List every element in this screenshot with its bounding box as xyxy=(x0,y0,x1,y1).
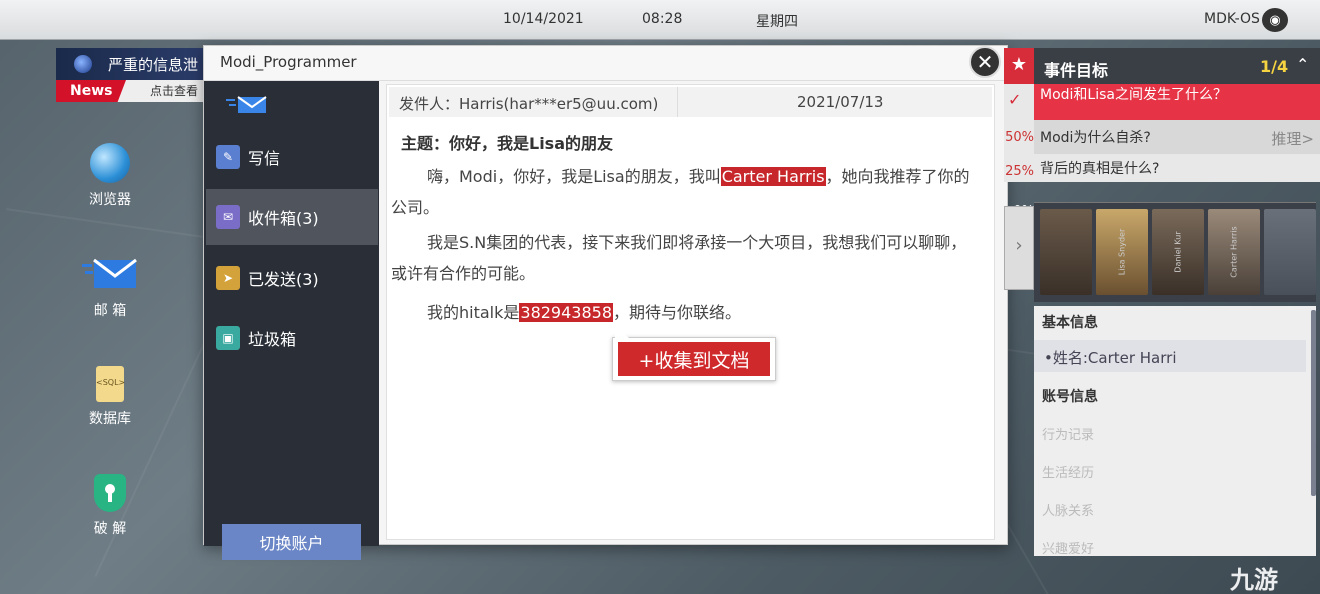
email-header: 发件人：Harris(har***er5@uu.com) 2021/07/13 xyxy=(389,87,992,117)
star-icon: ★ xyxy=(1004,48,1034,84)
sidebar-item-label: 收件箱(3) xyxy=(248,209,319,228)
shield-key-icon xyxy=(94,474,126,512)
mail-logo-icon xyxy=(226,96,267,113)
portrait-name: Daniel Kur xyxy=(1173,231,1183,273)
objectives-header[interactable]: ★ 事件目标 1/4 ⌃ xyxy=(1004,48,1320,84)
desktop-icon-label: 浏览器 xyxy=(89,192,131,208)
mail-window: Modi_Programmer ✎ 写信 ✉ 收件箱(3) ➤ 已发送(3) ▣… xyxy=(203,45,1008,560)
sidebar-item-sent[interactable]: ➤ 已发送(3) xyxy=(206,250,378,306)
os-name: MDK-OS xyxy=(1204,11,1260,27)
right-panel: ★ 事件目标 1/4 ⌃ ✓ Modi和Lisa之间发生了什么？ 50% Mod… xyxy=(1004,48,1320,594)
check-icon: ✓ xyxy=(1008,90,1022,109)
globe-icon xyxy=(74,55,92,73)
email-paragraph-3: 我的hitalk是382943858，期待与你联络。 xyxy=(391,297,981,328)
desktop-icon-database[interactable]: <SQL> 数据库 xyxy=(70,366,150,428)
trash-icon: ▣ xyxy=(216,326,240,350)
character-portraits: Lisa Snyder Daniel Kur Carter Harris xyxy=(1034,202,1316,302)
portrait-1[interactable] xyxy=(1040,209,1092,295)
email-content: 发件人：Harris(har***er5@uu.com) 2021/07/13 … xyxy=(386,84,995,540)
weekday-text: 星期四 xyxy=(756,14,798,30)
portrait-name: Carter Harris xyxy=(1229,226,1239,278)
sql-file-icon: <SQL> xyxy=(96,366,125,402)
os-eye-icon[interactable]: ◉ xyxy=(1262,8,1288,32)
time-text: 08:28 xyxy=(642,11,683,27)
portrait-name: Lisa Snyder xyxy=(1117,228,1127,276)
scrollbar[interactable] xyxy=(1311,310,1316,496)
email-date: 2021/07/13 xyxy=(797,93,884,111)
profile-field[interactable]: 行为记录 xyxy=(1042,424,1094,443)
desktop-icon-label: 数据库 xyxy=(89,411,131,427)
portrait-unknown[interactable] xyxy=(1264,209,1316,295)
collect-popover: +收集到文档 xyxy=(612,326,776,381)
sender-text: 发件人：Harris(har***er5@uu.com) xyxy=(399,95,659,113)
chevron-right-icon[interactable]: › xyxy=(1004,206,1034,290)
close-icon[interactable]: ✕ xyxy=(969,46,1001,78)
sent-icon: ➤ xyxy=(216,266,240,290)
news-view-link[interactable]: 点击查看 xyxy=(150,82,198,99)
account-info-title: 账号信息 xyxy=(1042,389,1098,405)
brand-watermark: 九游 xyxy=(1230,566,1278,594)
profile-field[interactable]: 生活经历 xyxy=(1042,462,1094,481)
desktop-icon-crack[interactable]: 破 解 xyxy=(70,474,150,538)
portrait-4[interactable]: Carter Harris xyxy=(1208,209,1260,295)
basic-info-title: 基本信息 xyxy=(1042,315,1098,331)
browser-globe-icon xyxy=(90,143,130,183)
collect-to-document-button[interactable]: +收集到文档 xyxy=(618,342,770,376)
desktop-icon-browser[interactable]: 浏览器 xyxy=(70,143,150,209)
email-paragraph-1: 嗨，Modi，你好，我是Lisa的朋友，我叫Carter Harris，她向我推… xyxy=(391,161,981,223)
portrait-2[interactable]: Lisa Snyder xyxy=(1096,209,1148,295)
news-tag: News xyxy=(56,80,126,102)
chevron-up-icon[interactable]: ⌃ xyxy=(1296,55,1309,74)
window-title: Modi_Programmer xyxy=(204,46,1007,81)
compose-icon: ✎ xyxy=(216,145,240,169)
text-span: 嗨，Modi，你好，我是Lisa的朋友，我叫 xyxy=(427,167,721,186)
mail-sidebar: ✎ 写信 ✉ 收件箱(3) ➤ 已发送(3) ▣ 垃圾箱 切换账户 xyxy=(204,81,379,560)
profile-field[interactable]: 兴趣爱好 xyxy=(1042,538,1094,557)
news-ticker[interactable]: 严重的信息泄 News 点击查看 xyxy=(56,48,206,102)
profile-info: 基本信息 •姓名:Carter Harri 账号信息 行为记录 生活经历 人脉关… xyxy=(1034,306,1316,557)
objectives-title: 事件目标 xyxy=(1044,61,1109,80)
objective-text: Modi为什么自杀? xyxy=(1040,130,1151,146)
name-field[interactable]: •姓名:Carter Harri xyxy=(1034,340,1306,372)
profile-field[interactable]: 人脉关系 xyxy=(1042,500,1094,519)
objective-item[interactable]: 背后的真相是什么? xyxy=(1034,154,1320,182)
portrait-3[interactable]: Daniel Kur xyxy=(1152,209,1204,295)
switch-account-button[interactable]: 切换账户 xyxy=(222,524,361,560)
objective-percent: 50% xyxy=(1005,130,1034,145)
desktop-icon-mail[interactable]: 邮 箱 xyxy=(70,258,150,320)
objectives-count: 1/4 xyxy=(1260,57,1289,76)
desktop-icon-label: 破 解 xyxy=(93,521,127,537)
objectives-list: ✓ Modi和Lisa之间发生了什么？ 50% Modi为什么自杀? 推理> 2… xyxy=(1004,84,1320,182)
text-span: 我的hitalk是 xyxy=(427,303,520,322)
sidebar-item-compose[interactable]: ✎ 写信 xyxy=(206,129,378,185)
news-headline: 严重的信息泄 xyxy=(108,56,199,74)
sidebar-item-label: 已发送(3) xyxy=(248,270,319,289)
desktop-icon-label: 邮 箱 xyxy=(93,303,127,319)
email-subject: 主题：你好，我是Lisa的朋友 xyxy=(401,134,614,153)
highlight-hitalk[interactable]: 382943858 xyxy=(519,303,614,322)
sidebar-item-trash[interactable]: ▣ 垃圾箱 xyxy=(206,310,378,366)
inbox-icon: ✉ xyxy=(216,205,240,229)
status-bar: 10/14/2021 08:28 星期四 MDK-OS ◉ xyxy=(0,0,1320,40)
objective-percent: 25% xyxy=(1005,164,1034,179)
date-text: 10/14/2021 xyxy=(503,11,584,27)
header-divider xyxy=(677,87,678,117)
sidebar-item-label: 写信 xyxy=(248,149,281,168)
objective-item[interactable]: Modi和Lisa之间发生了什么？ xyxy=(1034,84,1320,120)
sidebar-item-label: 垃圾箱 xyxy=(248,330,297,349)
objective-item[interactable]: Modi为什么自杀? 推理> xyxy=(1034,120,1320,154)
mail-envelope-icon xyxy=(82,258,137,288)
sidebar-item-inbox[interactable]: ✉ 收件箱(3) xyxy=(206,189,378,245)
email-paragraph-2: 我是S.N集团的代表，接下来我们即将承接一个大项目，我想我们可以聊聊，或许有合作… xyxy=(391,233,967,283)
highlight-name[interactable]: Carter Harris xyxy=(720,167,826,186)
text-span: ，期待与你联络。 xyxy=(613,303,742,322)
infer-button[interactable]: 推理> xyxy=(1271,128,1314,149)
